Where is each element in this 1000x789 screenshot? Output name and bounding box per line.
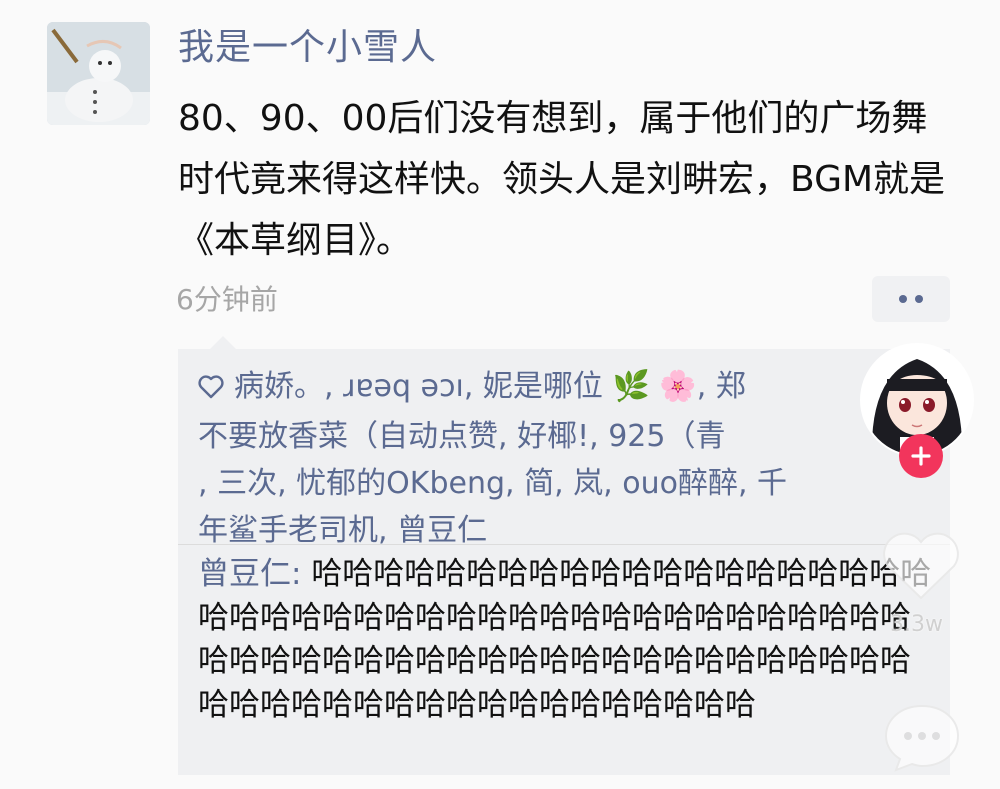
liker-name[interactable]: ɹɐǝq ǝɔı — [343, 369, 464, 404]
flower-emoji-icon: 🌸 — [659, 369, 697, 404]
liker-name[interactable]: 岚 — [573, 466, 603, 501]
liker-name[interactable]: ouo醉醉 — [622, 466, 738, 501]
snowman-image — [47, 22, 150, 125]
dot-icon — [915, 295, 923, 303]
liker-name[interactable]: 千 — [757, 466, 787, 501]
heart-icon — [883, 532, 959, 600]
liker-name[interactable]: 妮是哪位 🌿 🌸 — [483, 369, 697, 404]
comment-bubble-icon — [884, 704, 960, 772]
leaf-emoji-icon: 🌿 — [612, 369, 650, 404]
likes-list: 病娇。, ɹɐǝq ǝɔı, 妮是哪位 🌿 🌸, 郑 不要放香菜（自动点赞, 好… — [198, 363, 928, 554]
comment-separator: : — [291, 556, 312, 592]
comment-author[interactable]: 曾豆仁 — [198, 556, 291, 592]
likes-divider — [178, 544, 950, 545]
interaction-box: 病娇。, ɹɐǝq ǝɔı, 妮是哪位 🌿 🌸, 郑 不要放香菜（自动点赞, 好… — [178, 349, 950, 775]
liker-name[interactable]: 三次 — [217, 466, 277, 501]
more-options-button[interactable] — [872, 276, 950, 322]
comment-overlay-button[interactable] — [880, 700, 964, 774]
liker-name[interactable]: 病娇。 — [234, 369, 324, 404]
author-avatar[interactable] — [47, 22, 150, 125]
liker-name[interactable]: 年鲨手老司机 — [198, 513, 378, 548]
heart-icon — [198, 366, 224, 413]
plus-icon — [911, 446, 931, 466]
like-overlay-button[interactable] — [878, 526, 964, 606]
liker-name[interactable]: 郑 — [716, 369, 746, 404]
liker-name[interactable]: 忧郁的OKbeng — [296, 466, 505, 501]
like-count: 3.3w — [890, 612, 943, 637]
post-timestamp: 6分钟前 — [176, 283, 278, 316]
dot-icon — [899, 295, 907, 303]
liker-name[interactable]: 曾豆仁 — [397, 513, 487, 548]
liker-name[interactable]: 不要放香菜（自动点赞, 好椰! — [198, 419, 589, 454]
author-nickname[interactable]: 我是一个小雪人 — [178, 24, 437, 72]
liker-name[interactable]: 简 — [524, 466, 554, 501]
liker-name[interactable]: 925（青 — [608, 419, 725, 454]
comment-item[interactable]: 曾豆仁: 哈哈哈哈哈哈哈哈哈哈哈哈哈哈哈哈哈哈哈哈哈哈哈哈哈哈哈哈哈哈哈哈哈哈哈… — [198, 553, 934, 727]
post-text: 80、90、00后们没有想到，属于他们的广场舞时代竟来得这样快。领头人是刘畊宏，… — [178, 98, 946, 261]
bubble-arrow — [210, 336, 236, 349]
follow-button[interactable] — [899, 434, 943, 478]
